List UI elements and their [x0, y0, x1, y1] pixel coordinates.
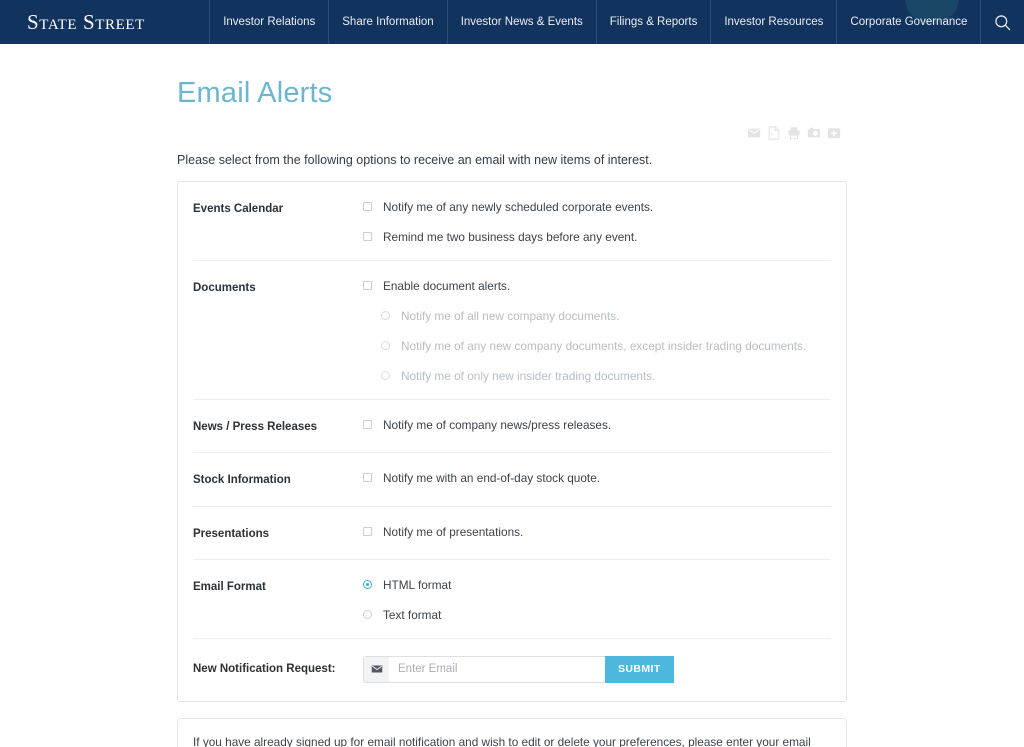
- option-text-format[interactable]: Text format: [363, 608, 831, 622]
- checkbox-icon[interactable]: [363, 281, 372, 290]
- section-news-press-releases: News / Press Releases Notify me of compa…: [193, 400, 831, 454]
- nav-item-corporate-governance[interactable]: Corporate Governance: [836, 0, 980, 44]
- new-request-body: SUBMIT: [363, 655, 831, 683]
- share-icon-row: P: [177, 126, 847, 142]
- section-label: Presentations: [193, 527, 270, 540]
- option-events-newly-scheduled[interactable]: Notify me of any newly scheduled corpora…: [363, 200, 831, 214]
- option-all-new-company-documents[interactable]: Notify me of all new company documents.: [363, 309, 831, 323]
- nav-item-share-information[interactable]: Share Information: [328, 0, 446, 44]
- option-label: Notify me of only new insider trading do…: [401, 369, 656, 383]
- new-request-label: New Notification Request:: [193, 663, 336, 676]
- edit-existing-notification-panel: If you have already signed up for email …: [177, 717, 847, 747]
- section-presentations: Presentations Notify me of presentations…: [193, 507, 831, 560]
- nav-items: Investor Relations Share Information Inv…: [209, 0, 980, 44]
- radio-icon[interactable]: [363, 609, 372, 619]
- content-container: Email Alerts P Please select from the fo…: [177, 77, 847, 747]
- nav-item-label: Share Information: [342, 16, 434, 28]
- intro-text: Please select from the following options…: [177, 153, 653, 167]
- checkbox-icon[interactable]: [363, 202, 372, 211]
- option-presentations[interactable]: Notify me of presentations.: [363, 525, 831, 539]
- option-label: Enable document alerts.: [383, 279, 511, 293]
- section-options: Notify me of presentations.: [363, 525, 831, 543]
- new-request-email-input[interactable]: [389, 655, 605, 683]
- option-only-insider-trading-documents[interactable]: Notify me of only new insider trading do…: [363, 369, 831, 383]
- option-label: Notify me of any new company documents, …: [401, 339, 807, 353]
- nav-item-label: Investor Resources: [724, 16, 824, 28]
- section-email-format: Email Format HTML format Text format: [193, 560, 831, 639]
- section-options: Enable document alerts. Notify me of all…: [363, 279, 831, 383]
- nav-item-label: Investor Relations: [223, 16, 316, 28]
- option-company-news-press-releases[interactable]: Notify me of company news/press releases…: [363, 418, 831, 432]
- nav-item-label: Investor News & Events: [460, 16, 583, 28]
- section-options: Notify me of company news/press releases…: [363, 418, 831, 436]
- add-icon[interactable]: [827, 126, 841, 140]
- nav-item-investor-relations[interactable]: Investor Relations: [209, 0, 328, 44]
- section-label: News / Press Releases: [193, 421, 318, 433]
- radio-icon[interactable]: [381, 341, 390, 350]
- search-button[interactable]: [980, 0, 1024, 44]
- brand-logo-text: State Street: [27, 9, 145, 34]
- search-icon: [993, 13, 1012, 32]
- section-options: Notify me with an end-of-day stock quote…: [363, 471, 831, 489]
- section-label: Events Calendar: [193, 203, 284, 215]
- section-options: HTML format Text format: [363, 578, 831, 622]
- nav-item-investor-resources[interactable]: Investor Resources: [710, 0, 836, 44]
- option-label: Notify me of all new company documents.: [401, 309, 620, 323]
- nav-item-label: Filings & Reports: [609, 16, 698, 28]
- svg-text:P: P: [771, 133, 774, 138]
- radio-icon[interactable]: [363, 579, 372, 589]
- edit-panel-note: If you have already signed up for email …: [193, 734, 811, 747]
- nav-item-label: Corporate Governance: [850, 16, 968, 28]
- option-enable-document-alerts[interactable]: Enable document alerts.: [363, 279, 831, 293]
- option-end-of-day-stock-quote[interactable]: Notify me with an end-of-day stock quote…: [363, 471, 831, 485]
- print-icon[interactable]: [787, 126, 801, 140]
- section-label: Stock Information: [193, 474, 291, 487]
- option-html-format[interactable]: HTML format: [363, 578, 831, 592]
- page-title: Email Alerts: [177, 77, 333, 109]
- section-options: Notify me of any newly scheduled corpora…: [363, 200, 831, 244]
- section-label: Documents: [193, 282, 256, 294]
- pdf-icon[interactable]: P: [767, 126, 781, 140]
- section-stock-information: Stock Information Notify me with an end-…: [193, 453, 831, 507]
- submit-button[interactable]: SUBMIT: [605, 655, 674, 683]
- option-label: Text format: [383, 607, 442, 622]
- nav-item-investor-news-events[interactable]: Investor News & Events: [446, 0, 596, 44]
- page-body: Email Alerts P Please select from the fo…: [0, 77, 1024, 747]
- email-alerts-form-panel: Events Calendar Notify me of any newly s…: [177, 181, 847, 702]
- option-label: Remind me two business days before any e…: [383, 230, 638, 244]
- option-label: Notify me of company news/press releases…: [383, 418, 612, 432]
- brand-logo[interactable]: State Street: [0, 0, 209, 44]
- checkbox-icon[interactable]: [363, 420, 372, 429]
- section-documents: Documents Enable document alerts. Notify…: [193, 261, 831, 400]
- checkbox-icon[interactable]: [363, 526, 372, 536]
- checkbox-icon[interactable]: [363, 473, 372, 483]
- option-label: Notify me with an end-of-day stock quote…: [383, 471, 601, 486]
- section-events-calendar: Events Calendar Notify me of any newly s…: [193, 182, 831, 261]
- email-icon: [363, 655, 389, 683]
- new-request-input-group: SUBMIT: [363, 655, 831, 683]
- nav-item-filings-reports[interactable]: Filings & Reports: [595, 0, 711, 44]
- section-new-notification-request: New Notification Request: SUBMIT: [193, 639, 831, 701]
- radio-icon[interactable]: [381, 311, 390, 320]
- option-label: Notify me of presentations.: [383, 524, 524, 539]
- checkbox-icon[interactable]: [363, 232, 372, 241]
- section-label: Email Format: [193, 580, 266, 593]
- option-label: Notify me of any newly scheduled corpora…: [383, 200, 654, 214]
- top-navigation-bar: State Street Investor Relations Share In…: [0, 0, 1024, 44]
- radio-icon[interactable]: [381, 371, 390, 380]
- photo-icon[interactable]: [807, 126, 821, 140]
- email-icon[interactable]: [747, 126, 761, 140]
- option-except-insider-trading-documents[interactable]: Notify me of any new company documents, …: [363, 339, 831, 353]
- option-events-reminder[interactable]: Remind me two business days before any e…: [363, 230, 831, 244]
- option-label: HTML format: [383, 577, 452, 592]
